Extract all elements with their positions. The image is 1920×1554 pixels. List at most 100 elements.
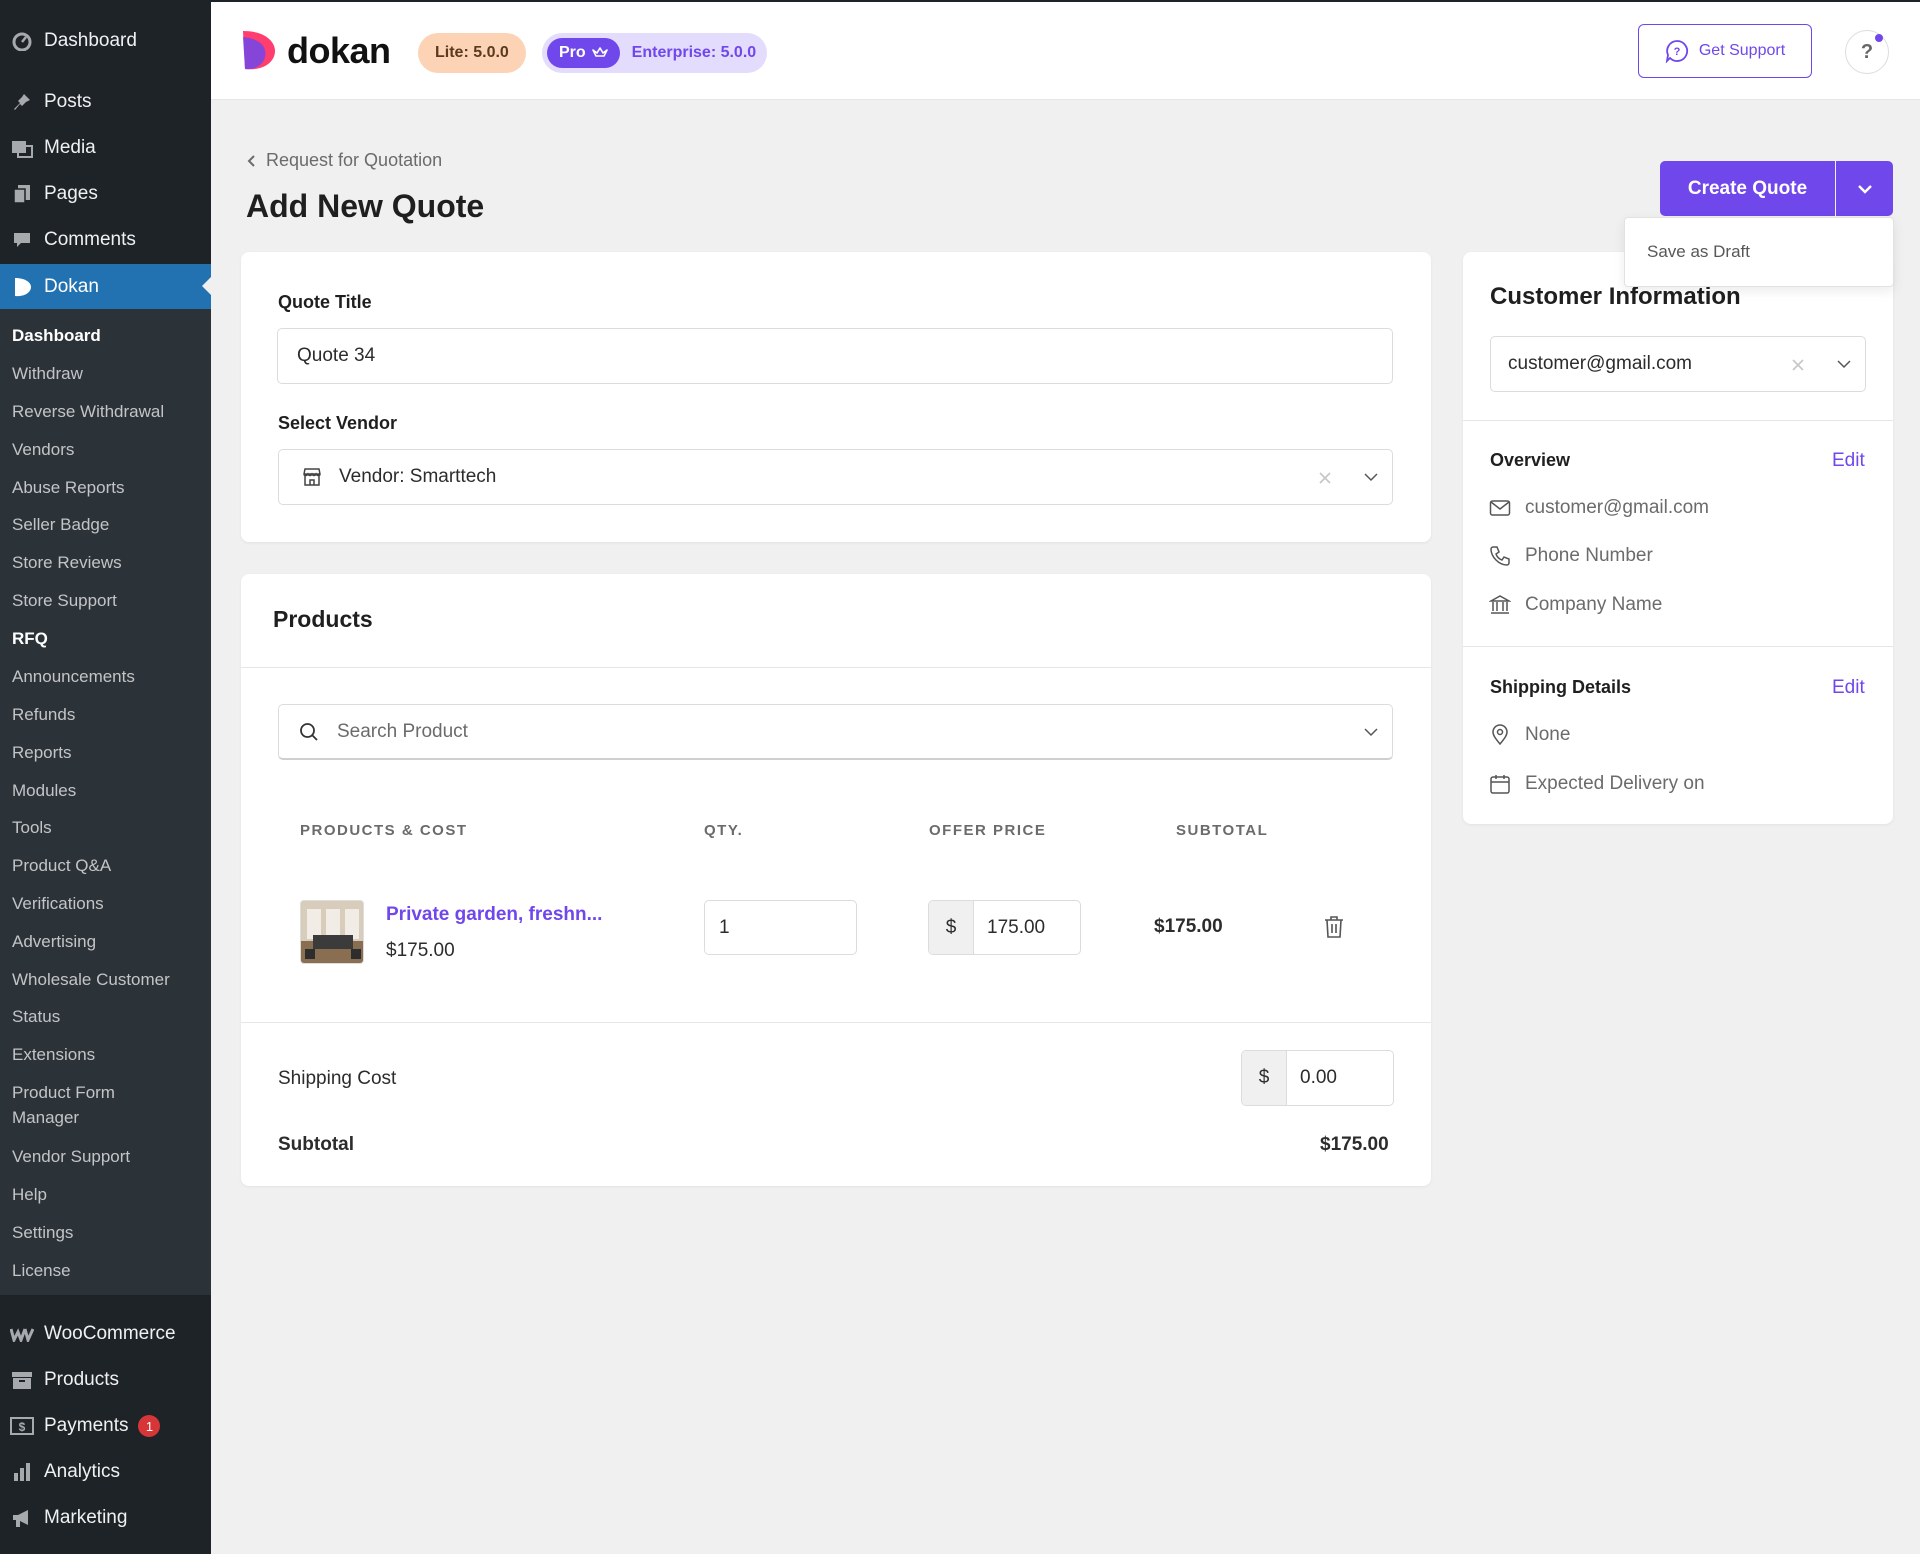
question-icon: ? (1860, 40, 1874, 63)
sidebar-item-payments[interactable]: $ Payments 1 (0, 1404, 211, 1448)
product-price: $175.00 (386, 940, 455, 961)
svg-text:$: $ (19, 1420, 26, 1434)
breadcrumb-label: Request for Quotation (266, 150, 443, 170)
sidebar-label: Media (44, 137, 96, 158)
shipping-address-row: None (1489, 724, 1570, 746)
offer-price-value: 175.00 (987, 916, 1046, 938)
submenu-item-reverse-withdrawal[interactable]: Reverse Withdrawal (12, 399, 202, 424)
notification-dot (1875, 34, 1883, 42)
submenu-item-vendors[interactable]: Vendors (12, 437, 202, 462)
sidebar-item-dokan[interactable]: Dokan (0, 264, 211, 310)
submenu-item-verifications[interactable]: Verifications (12, 891, 202, 916)
sidebar-item-woocommerce[interactable]: WooCommerce (0, 1312, 211, 1356)
submenu-item-vendor-support[interactable]: Vendor Support (12, 1144, 202, 1169)
submenu-item-store-reviews[interactable]: Store Reviews (12, 550, 202, 575)
submenu-item-modules[interactable]: Modules (12, 778, 202, 803)
customer-phone-row: Phone Number (1489, 545, 1653, 567)
get-support-button[interactable]: ? Get Support (1638, 24, 1812, 78)
submenu-item-extensions[interactable]: Extensions (12, 1042, 202, 1067)
submenu-item-product-form-manager[interactable]: Product Form Manager (12, 1080, 162, 1130)
dokan-logo[interactable]: dokan (241, 29, 391, 73)
location-pin-icon (1492, 724, 1508, 746)
dokan-logo-icon (243, 31, 275, 70)
dashboard-icon (0, 31, 44, 51)
app-header: dokan Lite: 5.0.0 Pro Enterprise: 5.0.0 … (211, 2, 1920, 100)
overview-label: Overview (1490, 450, 1571, 470)
sidebar-label: Analytics (44, 1461, 121, 1482)
pro-label: Pro (559, 44, 586, 61)
sidebar-item-analytics[interactable]: Analytics (0, 1450, 211, 1494)
submenu-item-tools[interactable]: Tools (12, 815, 202, 840)
quote-title-input[interactable]: Quote 34 (277, 328, 1393, 384)
chevron-down-icon[interactable] (1837, 360, 1851, 369)
sidebar-label: Pages (44, 183, 98, 204)
submenu-item-settings[interactable]: Settings (12, 1220, 202, 1245)
admin-sidebar: Dashboard Posts Media Pages Comments Dok… (0, 0, 211, 1554)
submenu-item-store-support[interactable]: Store Support (12, 588, 202, 613)
sidebar-label: Products (44, 1369, 119, 1390)
chevron-down-icon[interactable] (1364, 728, 1378, 737)
customer-email: customer@gmail.com (1525, 497, 1709, 518)
submenu-item-withdraw[interactable]: Withdraw (12, 361, 202, 386)
clear-icon[interactable] (1791, 358, 1805, 372)
save-as-draft-option[interactable]: Save as Draft (1647, 242, 1750, 262)
column-header-qty: QTY. (704, 822, 744, 839)
sidebar-item-pages[interactable]: Pages (0, 172, 211, 216)
create-options-toggle[interactable] (1836, 161, 1893, 216)
quote-title-label: Quote Title (278, 292, 372, 312)
submenu-item-abuse-reports[interactable]: Abuse Reports (12, 475, 202, 500)
breadcrumb[interactable]: Request for Quotation (246, 150, 442, 171)
shipping-cost-input[interactable]: $ 0.00 (1241, 1050, 1394, 1106)
calendar-icon (1490, 775, 1510, 794)
submenu-item-dashboard[interactable]: Dashboard (12, 323, 202, 348)
store-icon (303, 468, 321, 486)
divider (241, 667, 1431, 668)
bar-chart-icon (0, 1462, 44, 1482)
sidebar-label: WooCommerce (44, 1323, 176, 1344)
sidebar-item-marketing[interactable]: Marketing (0, 1496, 211, 1540)
offer-price-input[interactable]: $ 175.00 (928, 900, 1081, 955)
delivery-date: Expected Delivery on (1525, 773, 1705, 794)
submenu-item-seller-badge[interactable]: Seller Badge (12, 512, 202, 537)
divider (241, 1022, 1431, 1023)
crown-icon (591, 47, 608, 57)
sidebar-label: Dokan (44, 276, 99, 297)
submenu-item-status[interactable]: Status (12, 1004, 202, 1029)
edit-shipping-link[interactable]: Edit (1832, 677, 1865, 699)
submenu-item-advertising[interactable]: Advertising (12, 929, 202, 954)
customer-select[interactable]: customer@gmail.com (1490, 336, 1866, 392)
column-header-products: PRODUCTS & COST (300, 822, 468, 839)
shipping-address: None (1525, 724, 1571, 745)
submenu-item-announcements[interactable]: Announcements (12, 664, 202, 689)
customer-info-heading: Customer Information (1490, 283, 1741, 310)
vendor-select[interactable]: Vendor: Smarttech (278, 449, 1393, 505)
sidebar-item-dashboard[interactable]: Dashboard (0, 19, 211, 63)
submenu-item-rfq[interactable]: RFQ (12, 626, 202, 651)
sidebar-item-media[interactable]: Media (0, 126, 211, 170)
submenu-item-wholesale-customer[interactable]: Wholesale Customer (12, 967, 202, 992)
phone-icon (1490, 546, 1510, 566)
trash-icon[interactable] (1323, 915, 1345, 939)
submenu-item-refunds[interactable]: Refunds (12, 702, 202, 727)
sidebar-item-posts[interactable]: Posts (0, 80, 211, 124)
dokan-icon (0, 276, 44, 298)
product-thumbnail[interactable] (300, 900, 364, 964)
submenu-item-product-qa[interactable]: Product Q&A (12, 853, 202, 878)
quantity-input[interactable]: 1 (704, 900, 857, 955)
column-header-offer-price: OFFER PRICE (929, 822, 1047, 839)
submenu-item-reports[interactable]: Reports (12, 740, 202, 765)
product-search-input[interactable]: Search Product (278, 704, 1393, 760)
clear-icon[interactable] (1318, 471, 1332, 485)
create-quote-button[interactable]: Create Quote (1660, 161, 1835, 216)
submenu-item-license[interactable]: License (12, 1258, 202, 1283)
edit-overview-link[interactable]: Edit (1832, 450, 1865, 472)
sidebar-item-products[interactable]: Products (0, 1358, 211, 1402)
product-name-link[interactable]: Private garden, freshn... (386, 904, 602, 926)
column-header-subtotal: SUBTOTAL (1176, 822, 1269, 839)
support-chat-icon: ? (1665, 40, 1688, 63)
row-subtotal: $175.00 (1154, 916, 1223, 937)
submenu-item-help[interactable]: Help (12, 1182, 202, 1207)
sidebar-item-comments[interactable]: Comments (0, 218, 211, 262)
sidebar-label: Marketing (44, 1507, 128, 1528)
chevron-down-icon[interactable] (1364, 473, 1378, 482)
